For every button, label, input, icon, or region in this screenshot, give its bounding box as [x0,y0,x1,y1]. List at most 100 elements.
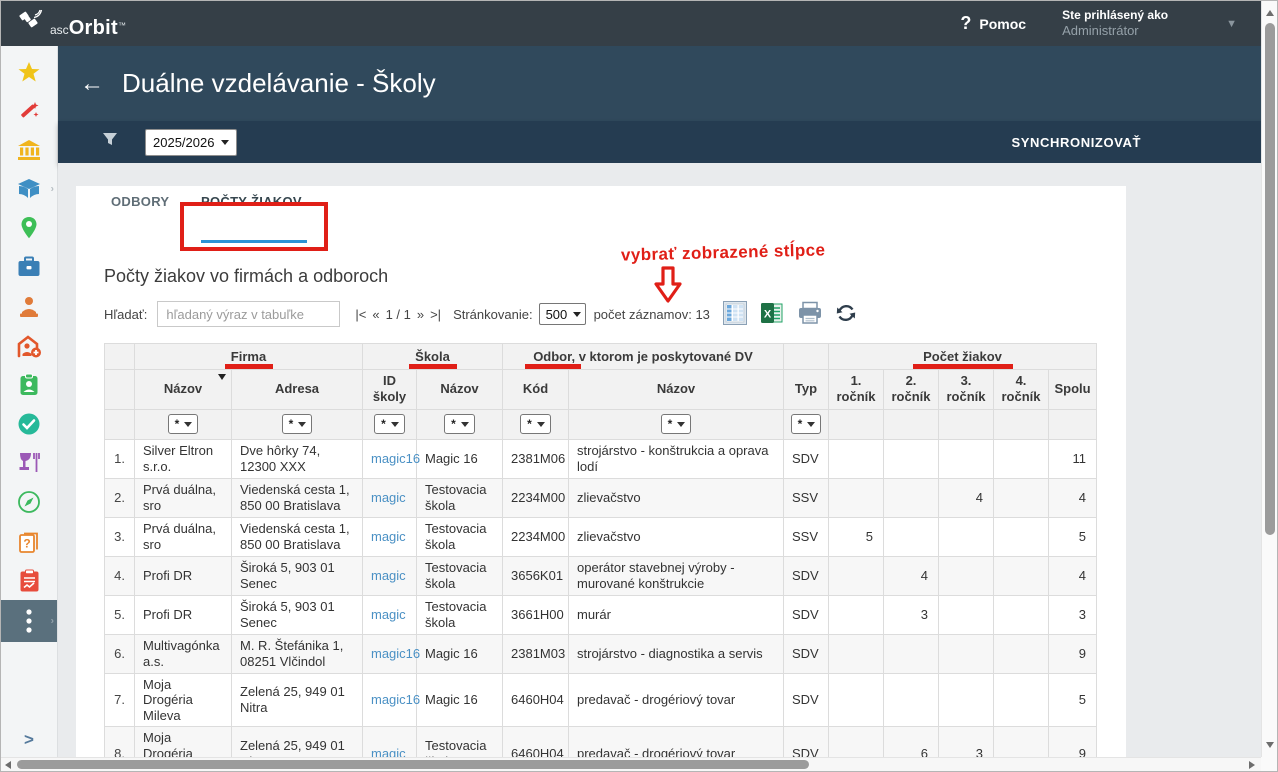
school-id-link[interactable]: magic [371,607,406,622]
sidebar-expand-button[interactable]: > [1,720,57,759]
sidebar-item-compass[interactable] [1,483,57,522]
sidebar-item-locations[interactable] [1,209,57,248]
check-circle-icon [17,412,41,436]
paging-label: Stránkovanie: [453,307,533,322]
record-count: počet záznamov: 13 [594,307,710,322]
sidebar-item-more[interactable]: › [1,600,57,642]
col-header-nazov-odboru[interactable]: Názov [569,370,784,410]
prev-page-button[interactable]: « [372,307,379,322]
cell-firma: Moja Drogéria Mileva [135,727,232,759]
column-filter-select[interactable]: * [520,414,551,434]
first-page-button[interactable]: |< [355,307,366,322]
help-button[interactable]: ? Pomoc [960,13,1026,34]
filter-cell-empty [994,409,1049,439]
school-id-link[interactable]: magic16 [371,646,420,661]
cell-id: magic16 [363,673,417,727]
chevron-down-icon [537,422,545,427]
chevron-down-icon [573,312,581,317]
school-year-select[interactable]: 2025/2026 [145,129,237,156]
scroll-up-arrow[interactable] [1266,10,1274,16]
sidebar-item-badge[interactable] [1,365,57,404]
sidebar-item-faq[interactable]: ? [1,522,57,561]
printer-icon [797,301,823,325]
synchronize-button[interactable]: SYNCHRONIZOVAŤ [1012,135,1142,150]
chevron-down-icon [221,140,229,145]
column-filter-select[interactable]: * [661,414,692,434]
cell-r1 [829,727,884,759]
table-row: 7.Moja Drogéria MilevaZelená 25, 949 01 … [105,673,1097,727]
cell-r3 [939,673,994,727]
user-menu[interactable]: Ste prihlásený ako Administrátor [1062,8,1168,39]
sidebar-item-approved[interactable] [1,405,57,444]
cell-typ: SDV [784,634,829,673]
sidebar-item-education[interactable]: › [1,170,57,209]
school-year-value: 2025/2026 [153,135,214,150]
cell-r4 [994,727,1049,759]
back-button[interactable]: ← [80,70,104,98]
choose-columns-button[interactable] [723,301,747,328]
cell-r4 [994,439,1049,478]
cell-r2 [884,478,939,517]
col-header-nazov-firmy[interactable]: Názov [135,370,232,410]
cell-r4 [994,673,1049,727]
chevron-down-icon[interactable]: ▼ [1226,18,1237,30]
user-role: Administrátor [1062,23,1168,39]
school-id-link[interactable]: magic [371,529,406,544]
filter-row: * * * * * * * [105,409,1097,439]
sidebar-item-catering[interactable] [1,444,57,483]
col-header-nazov-skoly[interactable]: Názov [417,370,503,410]
col-header-adresa[interactable]: Adresa [232,370,363,410]
column-filter-select[interactable]: * [282,414,313,434]
sidebar-item-star[interactable] [1,52,57,91]
sidebar-item-wizard[interactable] [1,91,57,130]
school-id-link[interactable]: magic16 [371,692,420,707]
cell-spolu: 9 [1049,634,1097,673]
horizontal-scrollbar[interactable] [1,757,1263,771]
column-filter-select[interactable]: * [374,414,405,434]
sidebar-item-institution[interactable] [1,130,57,169]
page-size-select[interactable]: 500 [539,303,586,325]
school-id-link[interactable]: magic16 [371,451,420,466]
sidebar-item-school-add[interactable] [1,326,57,365]
vertical-scrollbar[interactable] [1261,1,1277,759]
cell-id: magic16 [363,634,417,673]
search-input[interactable] [157,301,340,327]
scroll-left-arrow[interactable] [5,761,11,769]
col-header-typ[interactable]: Typ [784,370,829,410]
asc-orbit-logo[interactable]: ascOrbit™ [17,7,126,40]
column-filter-select[interactable]: * [444,414,475,434]
column-filter-select[interactable]: * [791,414,822,434]
next-page-button[interactable]: » [417,307,424,322]
cell-skola: Magic 16 [417,673,503,727]
sidebar-item-companies[interactable] [1,248,57,287]
sidebar-item-students[interactable] [1,287,57,326]
col-header-spolu[interactable]: Spolu [1049,370,1097,410]
col-header-rocnik-3[interactable]: 3. ročník [939,370,994,410]
school-id-link[interactable]: magic [371,490,406,505]
col-header-rocnik-1[interactable]: 1. ročník [829,370,884,410]
cell-firma: Multivagónka a.s. [135,634,232,673]
vertical-scrollbar-thumb[interactable] [1265,23,1275,535]
cell-r1 [829,673,884,727]
cell-odbor: operátor stavebnej výroby - murované kon… [569,556,784,595]
last-page-button[interactable]: >| [430,307,441,322]
col-header-rocnik-4[interactable]: 4. ročník [994,370,1049,410]
col-header-rocnik-2[interactable]: 2. ročník [884,370,939,410]
scroll-down-arrow[interactable] [1266,742,1274,748]
column-filter-select[interactable]: * [168,414,199,434]
export-excel-button[interactable]: X [760,301,784,328]
chevron-down-icon [677,422,685,427]
col-header-id-skoly[interactable]: ID školy [363,370,417,410]
sidebar-item-reports[interactable] [1,561,57,600]
refresh-button[interactable] [836,303,856,326]
horizontal-scrollbar-thumb[interactable] [17,760,809,769]
scroll-right-arrow[interactable] [1249,761,1255,769]
filter-cell-empty [939,409,994,439]
print-button[interactable] [797,301,823,328]
col-header-kod[interactable]: Kód [503,370,569,410]
cell-spolu: 4 [1049,478,1097,517]
compass-icon [17,490,41,514]
tab-odbory[interactable]: ODBORY [111,194,169,209]
school-id-link[interactable]: magic [371,568,406,583]
filter-cell: * [784,409,829,439]
